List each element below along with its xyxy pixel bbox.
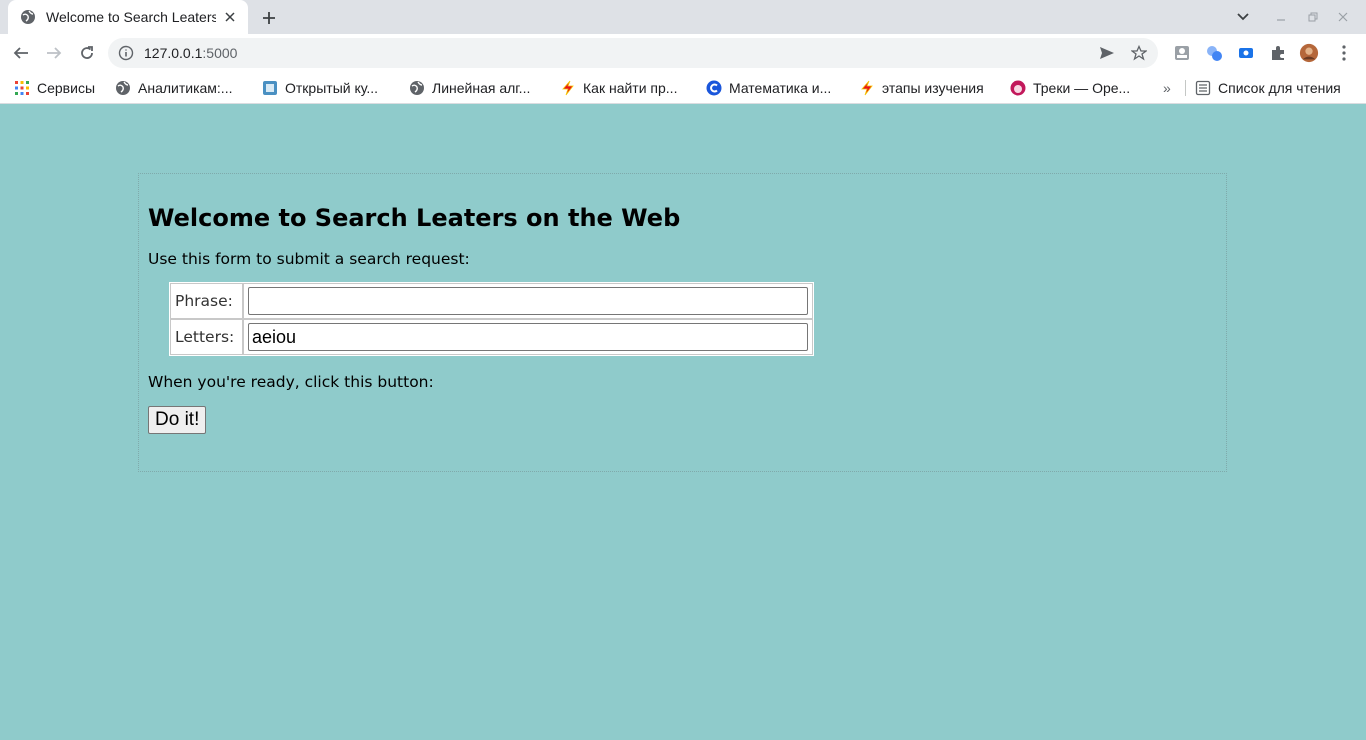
overflow-chevron-icon: » [1163,80,1171,96]
bookmark-services[interactable]: Сервисы [14,78,95,98]
bookmarks-overflow-button[interactable]: » [1163,78,1171,98]
bookmark-label: Открытый ку... [285,80,379,96]
screen-capture-icon[interactable] [1236,43,1256,63]
bookmark-open-course[interactable]: Открытый ку... [262,78,378,98]
bookmark-label: Сервисы [37,80,96,96]
reading-list-icon [1195,80,1211,96]
phrase-cell [243,283,813,319]
back-arrow-icon[interactable] [10,42,32,64]
globe-icon [20,9,36,25]
send-page-icon[interactable] [1098,44,1116,62]
globe-icon [409,80,425,96]
lightning-icon [560,80,576,96]
close-window-icon[interactable] [1334,8,1352,26]
bookmark-math[interactable]: Математика и... [706,78,831,98]
bookmark-label: Как найти пр... [583,80,678,96]
bookmark-label: Аналитикам:... [138,80,233,96]
bookmark-linear-algebra[interactable]: Линейная алг... [409,78,530,98]
url-text: 127.0.0.1:5000 [144,45,238,61]
lightning-icon [859,80,875,96]
user-avatar-icon[interactable] [1299,43,1319,63]
bookmark-how-to-find[interactable]: Как найти пр... [560,78,677,98]
search-form-table: Phrase: Letters: [169,282,814,356]
letters-row: Letters: [170,319,813,355]
extensions-puzzle-icon[interactable] [1268,43,1288,63]
letters-label: Letters: [170,319,243,355]
browser-tab[interactable]: Welcome to Search Leaters on the Web [8,0,248,34]
phrase-row: Phrase: [170,283,813,319]
submit-button[interactable]: Do it! [148,406,207,434]
site-info-icon[interactable] [118,45,134,61]
forward-arrow-icon[interactable] [43,42,65,64]
bookmark-analysts[interactable]: Аналитикам:... [115,78,232,98]
reading-list-button[interactable]: Список для чтения [1195,78,1341,98]
bookmark-tracks[interactable]: Треки — Ope... [1010,78,1130,98]
c-logo-icon [706,80,722,96]
page-title: Welcome to Search Leaters on the Web [148,204,681,232]
square-logo-icon [262,80,278,96]
close-tab-icon[interactable] [222,9,238,25]
bookmarks-bar: Сервисы Аналитикам:... Открытый ку... Ли… [0,72,1366,104]
phrase-label: Phrase: [170,283,243,319]
bookmark-study-stages[interactable]: этапы изучения [859,78,984,98]
bookmark-star-icon[interactable] [1130,44,1148,62]
reload-icon[interactable] [76,42,98,64]
bookmarks-divider [1185,80,1186,96]
ready-text: When you're ready, click this button: [148,373,434,391]
bookmark-label: Математика и... [729,80,832,96]
translate-extension-icon[interactable] [1204,43,1224,63]
tab-search-icon[interactable] [1234,8,1252,26]
restore-icon[interactable] [1304,8,1322,26]
reading-list-label: Список для чтения [1218,80,1341,96]
apps-grid-icon [14,80,30,96]
browser-toolbar: 127.0.0.1:5000 [0,34,1366,72]
letters-input[interactable] [248,323,808,351]
minimize-icon[interactable] [1272,8,1290,26]
avatar-icon [1010,80,1026,96]
bookmark-label: Треки — Ope... [1033,80,1131,96]
globe-icon [115,80,131,96]
bookmark-label: этапы изучения [882,80,984,96]
menu-kebab-icon[interactable] [1334,43,1354,63]
profile-card-icon[interactable] [1172,43,1192,63]
letters-cell [243,319,813,355]
bookmark-label: Линейная алг... [432,80,531,96]
phrase-input[interactable] [248,287,808,315]
new-tab-button[interactable] [258,7,280,29]
tab-strip: Welcome to Search Leaters on the Web [0,0,1366,34]
address-bar[interactable]: 127.0.0.1:5000 [108,38,1158,68]
content-panel: Welcome to Search Leaters on the Web Use… [138,173,1227,472]
tab-title: Welcome to Search Leaters on the Web [46,9,216,25]
intro-text: Use this form to submit a search request… [148,250,470,268]
